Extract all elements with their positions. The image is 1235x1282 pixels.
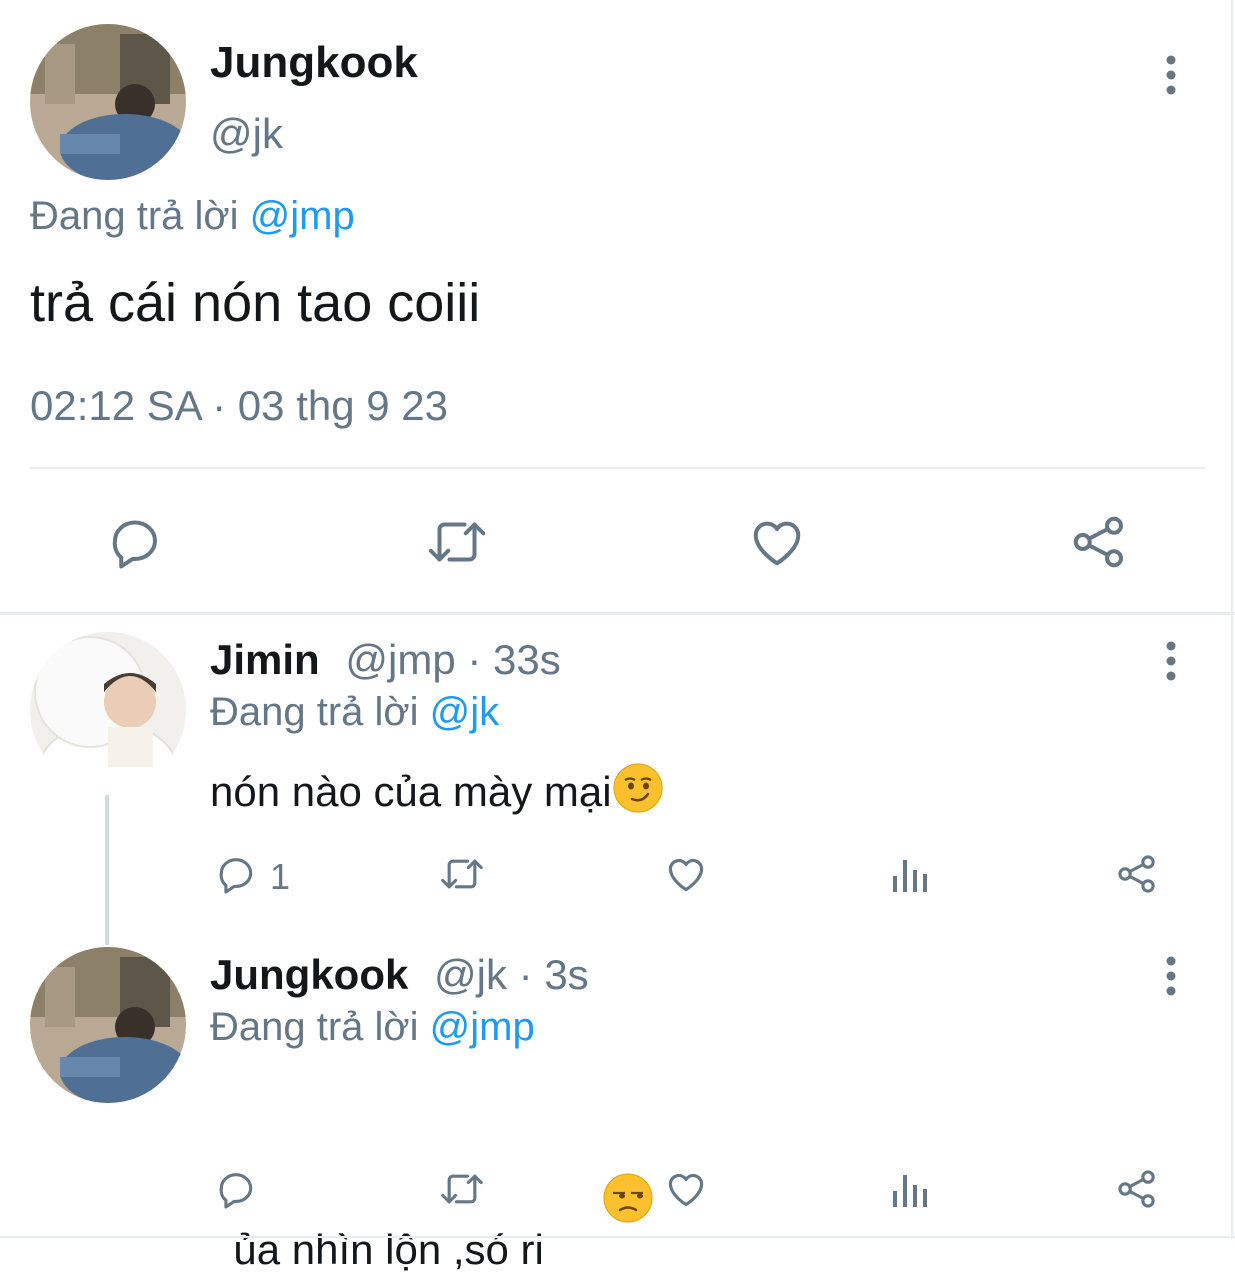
divider xyxy=(30,467,1205,469)
author-avatar[interactable] xyxy=(30,24,186,180)
section-divider xyxy=(0,612,1235,615)
reply-icon[interactable] xyxy=(214,1167,258,1211)
tweet-text: trả cái nón tao coiii xyxy=(30,273,481,333)
share-icon[interactable] xyxy=(1068,512,1130,572)
retweet-icon[interactable] xyxy=(424,512,490,572)
smirking-face-icon xyxy=(612,762,664,824)
replying-to: Đang trả lời @jk xyxy=(210,690,499,735)
reply-icon[interactable] xyxy=(105,512,165,572)
tweet-timestamp[interactable]: 02:12 SA · 03 thg 9 23 xyxy=(30,382,448,430)
like-icon[interactable] xyxy=(663,1167,709,1211)
reply-text: nón nào của mày mại xyxy=(210,768,612,815)
like-icon[interactable] xyxy=(663,852,709,896)
reply-count: 1 xyxy=(270,856,291,897)
avatar-photo-icon xyxy=(30,24,186,180)
reply-text-row: nón nào của mày mại xyxy=(210,762,664,824)
replying-to-handle[interactable]: @jk xyxy=(430,690,500,734)
author-handle[interactable]: @jk xyxy=(210,110,283,158)
reply-handle-time[interactable]: @jmp · 33s xyxy=(345,636,560,683)
replying-to-handle[interactable]: @jmp xyxy=(250,194,355,238)
replying-to: Đang trả lời @jmp xyxy=(30,194,355,239)
reply-header: Jimin @jmp · 33s xyxy=(210,636,561,684)
analytics-icon[interactable] xyxy=(890,1169,932,1209)
reply-author-name[interactable]: Jimin xyxy=(210,636,320,683)
thread-line xyxy=(105,795,109,945)
replying-to-label: Đang trả lời xyxy=(30,194,239,238)
replying-to-label: Đang trả lời xyxy=(210,690,419,734)
retweet-icon[interactable] xyxy=(438,1167,486,1211)
reply-handle-time[interactable]: @jk · 3s xyxy=(434,951,589,998)
reply-icon[interactable] xyxy=(214,852,258,896)
more-options-icon[interactable] xyxy=(1160,641,1182,681)
reply-avatar[interactable] xyxy=(30,632,186,788)
avatar-photo-icon xyxy=(30,947,186,1103)
share-icon[interactable] xyxy=(1114,1167,1160,1211)
share-icon[interactable] xyxy=(1114,852,1160,896)
reply-header: Jungkook @jk · 3s xyxy=(210,951,589,999)
replying-to: Đang trả lời @jmp xyxy=(210,1005,535,1050)
bottom-divider xyxy=(0,1236,1235,1238)
analytics-icon[interactable] xyxy=(890,854,932,894)
avatar-photo-icon xyxy=(30,632,186,788)
more-options-icon[interactable] xyxy=(1160,956,1182,996)
unamused-face-icon xyxy=(556,1124,655,1282)
reply-text: ủa nhìn lộn ,só ri xyxy=(233,1226,556,1273)
reply-text-row: ủa nhìn lộn ,só ri xyxy=(210,1076,654,1282)
replying-to-label: Đang trả lời xyxy=(210,1005,419,1049)
replying-to-handle[interactable]: @jmp xyxy=(430,1005,535,1049)
like-icon[interactable] xyxy=(746,512,808,572)
right-edge-divider xyxy=(1231,0,1233,1239)
retweet-icon[interactable] xyxy=(438,852,486,896)
author-name[interactable]: Jungkook xyxy=(210,38,418,88)
reply-author-name[interactable]: Jungkook xyxy=(210,951,408,998)
more-options-icon[interactable] xyxy=(1160,55,1182,95)
reply-avatar[interactable] xyxy=(30,947,186,1103)
